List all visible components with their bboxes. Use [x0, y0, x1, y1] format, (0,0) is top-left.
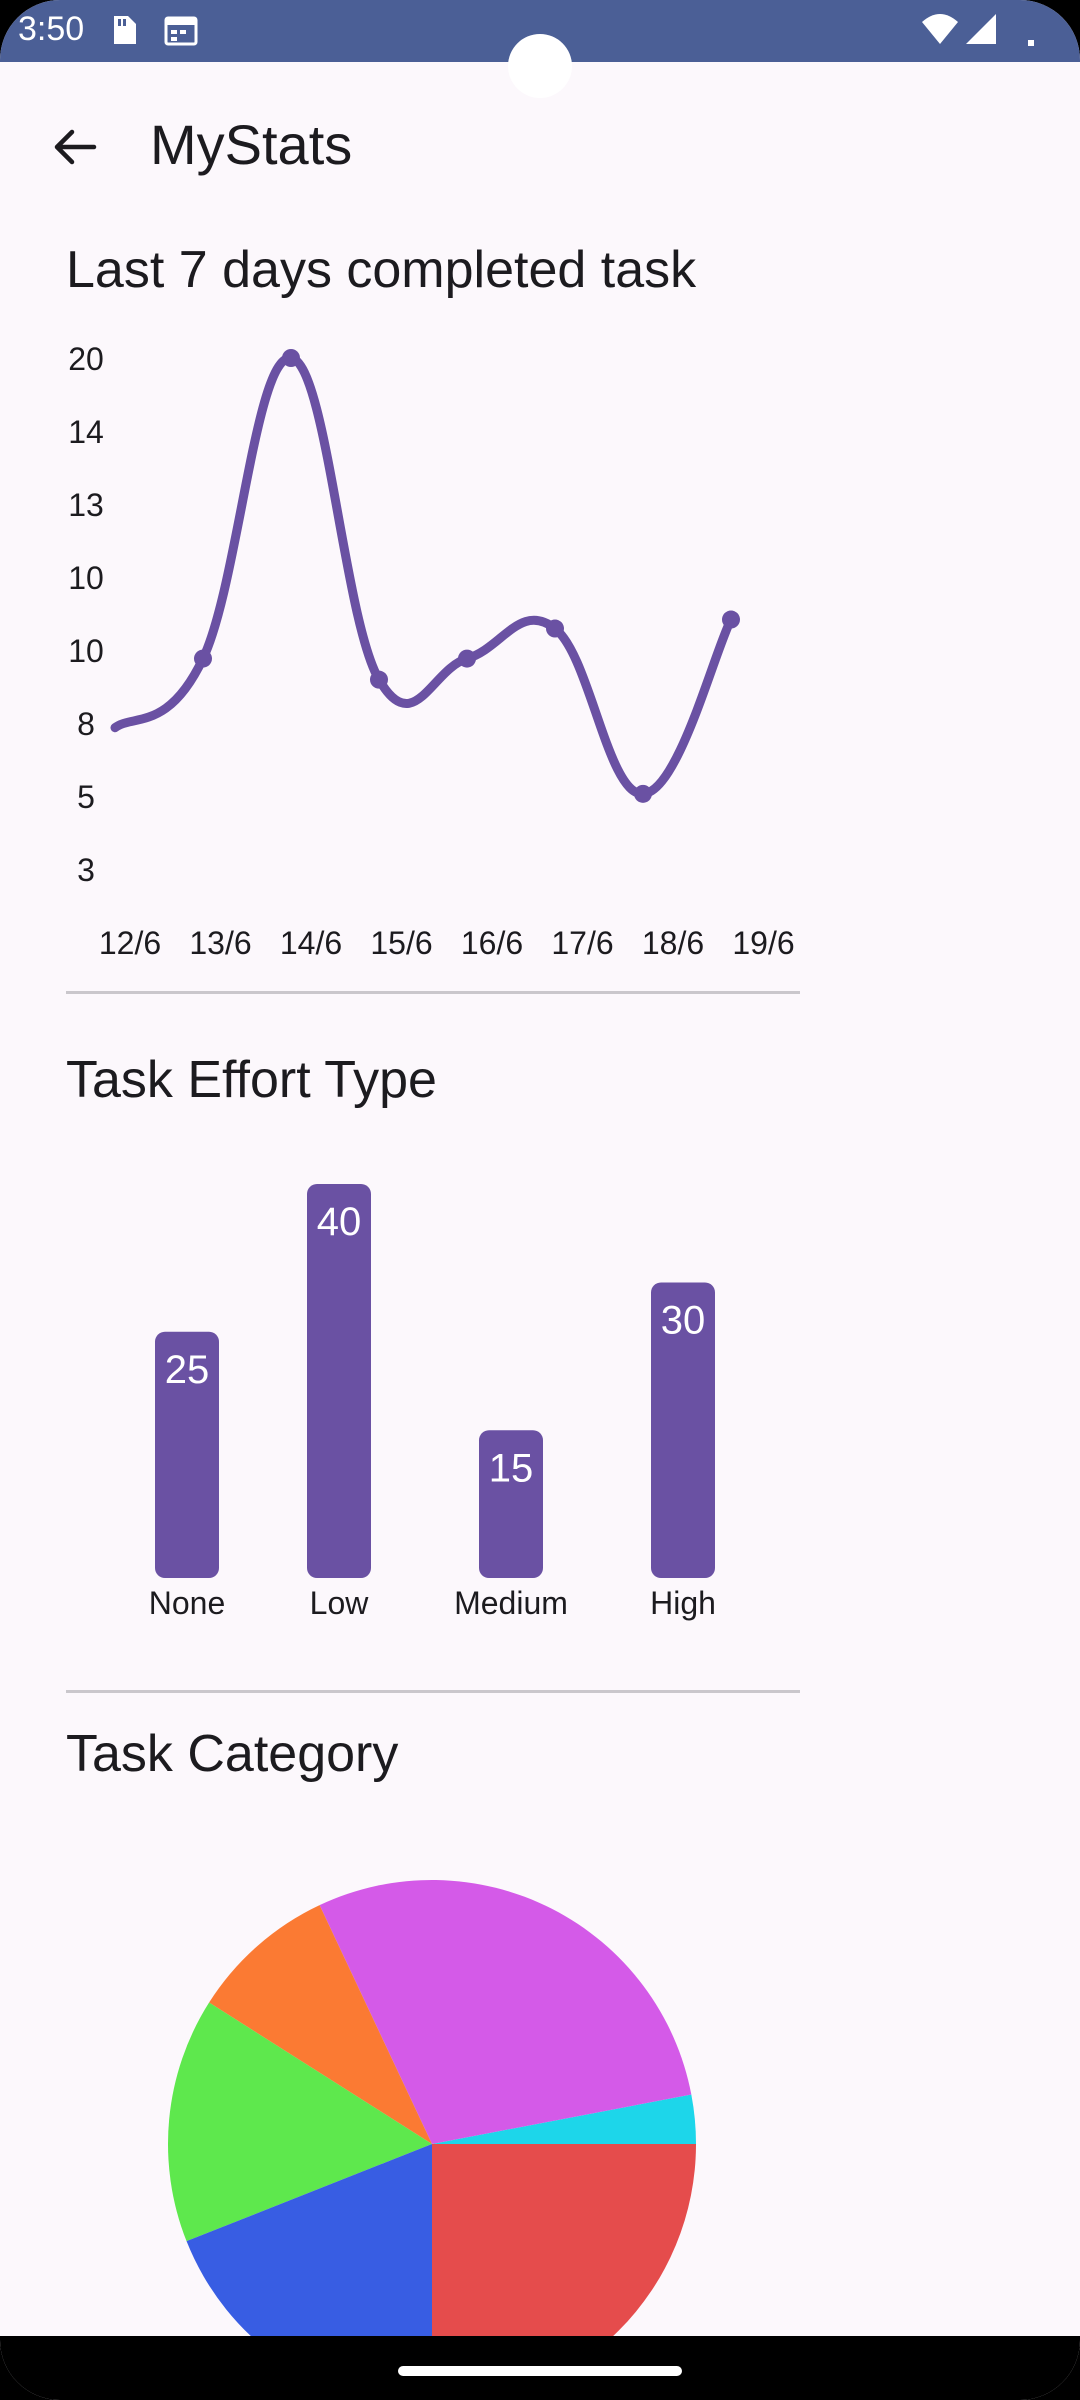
- divider: [66, 1690, 800, 1693]
- pie-chart-title: Task Category: [66, 1725, 399, 1783]
- y-tick-label: 13: [68, 487, 104, 523]
- home-indicator[interactable]: [398, 2366, 682, 2376]
- x-tick-label: 13/6: [189, 925, 251, 961]
- arrow-left-icon: [54, 129, 97, 165]
- bar-category-label: High: [650, 1585, 716, 1621]
- cell-signal-icon: [966, 14, 996, 44]
- status-icons-right: [920, 12, 1050, 57]
- line-point[interactable]: [370, 670, 388, 689]
- y-tick-label: 20: [68, 341, 104, 377]
- line-point[interactable]: [282, 349, 300, 367]
- bar-category-label: None: [149, 1585, 226, 1621]
- bar-value-label: 30: [661, 1299, 706, 1343]
- line-series: [110, 353, 736, 799]
- divider: [66, 991, 800, 994]
- y-tick-label: 8: [77, 706, 95, 742]
- y-tick-label: 10: [68, 633, 104, 669]
- battery-dot-icon: [1028, 40, 1034, 46]
- bar-category-label: Medium: [454, 1585, 568, 1621]
- pie-slice[interactable]: [432, 2144, 696, 2336]
- x-tick-label: 12/6: [99, 925, 161, 961]
- x-tick-label: 19/6: [732, 925, 794, 961]
- line-point[interactable]: [722, 610, 740, 629]
- status-bar: 3:50: [0, 0, 1080, 98]
- line-point[interactable]: [634, 784, 652, 803]
- bar-value-label: 25: [165, 1348, 210, 1392]
- wifi-icon: [922, 14, 958, 44]
- back-button[interactable]: [40, 112, 110, 182]
- x-tick-label: 18/6: [642, 925, 704, 961]
- bar-value-label: 15: [489, 1446, 534, 1490]
- pie-chart: [168, 1880, 696, 2336]
- status-time: 3:50: [18, 10, 85, 48]
- app-screen: 3:50 MyStats Last 7 days completed task …: [0, 0, 1080, 2400]
- x-tick-label: 15/6: [370, 925, 432, 961]
- line-point[interactable]: [458, 649, 476, 668]
- top-app-bar: MyStats: [0, 62, 1080, 232]
- y-tick-label: 10: [68, 560, 104, 596]
- y-tick-label: 3: [77, 852, 95, 888]
- bar-value-label: 40: [317, 1200, 362, 1244]
- bar-chart: 25 None 40 Low 15 Medium 30 High: [149, 1184, 716, 1621]
- x-tick-label: 14/6: [280, 925, 342, 961]
- y-tick-label: 5: [77, 779, 95, 815]
- bar-chart-title: Task Effort Type: [66, 1051, 437, 1109]
- line-chart-title: Last 7 days completed task: [66, 241, 697, 299]
- calendar-icon: [164, 16, 198, 46]
- line-chart: 20 14 13 10 10 8 5 3 12/6 13/6 14/6 15/6 16/6 17/6 18/…: [68, 341, 794, 961]
- line-point[interactable]: [546, 619, 564, 638]
- sd-card-icon: [114, 16, 136, 44]
- x-tick-label: 17/6: [551, 925, 613, 961]
- line-point[interactable]: [194, 649, 212, 668]
- x-tick-label: 16/6: [461, 925, 523, 961]
- status-icons-left: [110, 12, 200, 53]
- y-tick-label: 14: [68, 414, 104, 450]
- page-title: MyStats: [150, 113, 353, 176]
- bar-category-label: Low: [310, 1585, 370, 1621]
